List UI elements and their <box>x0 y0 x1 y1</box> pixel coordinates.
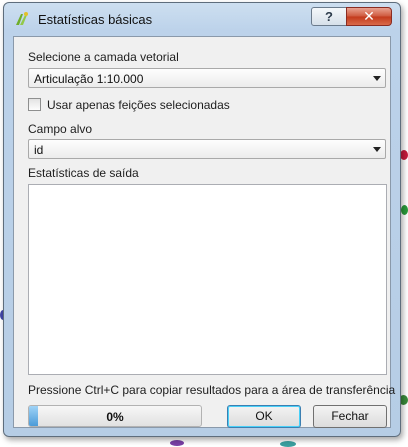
copy-hint: Pressione Ctrl+C para copiar resultados … <box>28 383 396 397</box>
background-map-dot <box>401 205 408 215</box>
qgis-app-icon <box>16 12 28 25</box>
ok-button[interactable]: OK <box>227 405 301 428</box>
selected-features-checkbox[interactable] <box>28 98 41 111</box>
output-label: Estatísticas de saída <box>28 166 139 180</box>
dialog-body: Selecione a camada vetorial Articulação … <box>13 36 395 428</box>
progress-text: 0% <box>106 410 124 424</box>
close-icon: ✕ <box>363 8 375 24</box>
layer-label: Selecione a camada vetorial <box>28 50 179 64</box>
output-textbox[interactable] <box>28 184 387 375</box>
background-map-dot <box>280 441 296 447</box>
window-close-button[interactable]: ✕ <box>346 7 392 26</box>
field-label: Campo alvo <box>28 122 93 136</box>
progress-bar: 0% <box>28 405 202 427</box>
selected-features-label: Usar apenas feições selecionadas <box>47 98 230 112</box>
field-select[interactable]: id <box>28 139 386 159</box>
dialog-title: Estatísticas básicas <box>38 12 153 27</box>
help-icon: ? <box>325 9 333 24</box>
close-button[interactable]: Fechar <box>313 405 387 428</box>
title-bar[interactable]: Estatísticas básicas ? ✕ <box>4 3 400 35</box>
layer-select[interactable]: Articulação 1:10.000 <box>28 68 386 88</box>
chevron-down-icon <box>368 140 385 158</box>
background-map-dot <box>170 440 184 446</box>
chevron-down-icon <box>368 69 385 87</box>
field-select-value: id <box>34 143 44 157</box>
help-button[interactable]: ? <box>311 7 347 26</box>
background-map-dot <box>400 150 408 160</box>
dialog-window: Estatísticas básicas ? ✕ Selecione a cam… <box>3 2 401 437</box>
layer-select-value: Articulação 1:10.000 <box>34 72 144 86</box>
